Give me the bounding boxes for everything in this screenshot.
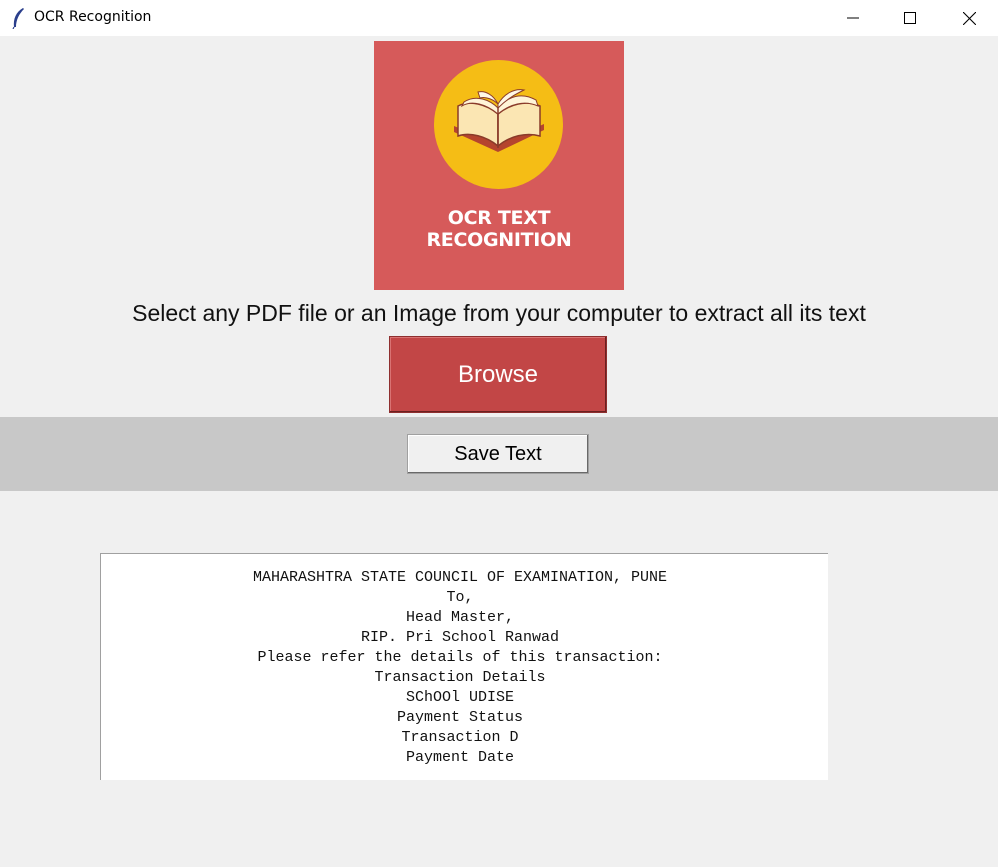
close-icon <box>962 11 976 25</box>
save-text-button[interactable]: Save Text <box>407 434 589 474</box>
feather-icon <box>12 8 24 29</box>
extracted-text-area[interactable]: MAHARASHTRA STATE COUNCIL OF EXAMINATION… <box>100 553 828 780</box>
text-line: SChOOl UDISE <box>405 689 515 706</box>
minimize-icon <box>847 17 859 19</box>
text-line: Payment Date <box>405 749 515 766</box>
logo-text-line2: RECOGNITION <box>426 229 572 251</box>
minimize-button[interactable] <box>824 0 882 36</box>
text-line: Transaction D <box>401 729 519 746</box>
text-line: Head Master, <box>405 609 515 626</box>
maximize-button[interactable] <box>881 0 939 36</box>
title-bar: OCR Recognition <box>0 0 998 36</box>
text-line: Transaction Details <box>374 669 546 686</box>
app-logo: OCR TEXT RECOGNITION <box>374 41 624 290</box>
open-book-icon <box>454 89 544 152</box>
maximize-icon <box>904 12 916 24</box>
logo-text-line1: OCR TEXT <box>447 207 551 229</box>
text-line: Payment Status <box>396 709 524 726</box>
text-line: Please refer the details of this transac… <box>257 649 663 666</box>
browse-button[interactable]: Browse <box>389 336 607 413</box>
instruction-text: Select any PDF file or an Image from you… <box>132 300 866 326</box>
text-line: MAHARASHTRA STATE COUNCIL OF EXAMINATION… <box>252 569 668 586</box>
text-line: RIP. Pri School Ranwad <box>360 629 560 646</box>
window-title: OCR Recognition <box>34 9 152 25</box>
extracted-text-content: MAHARASHTRA STATE COUNCIL OF EXAMINATION… <box>101 568 819 768</box>
logo-circle <box>434 60 563 189</box>
close-button[interactable] <box>940 0 998 36</box>
text-line: To, <box>446 589 474 606</box>
